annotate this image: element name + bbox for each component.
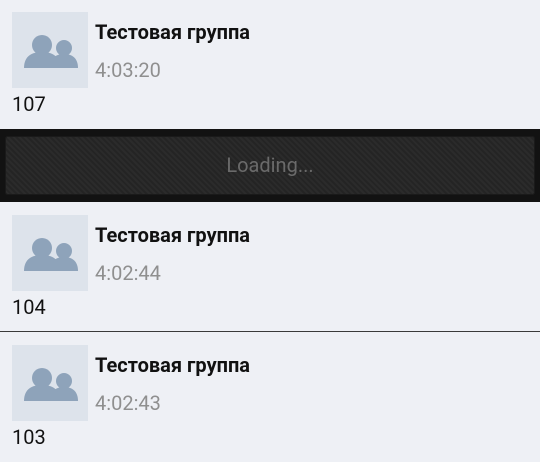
loading-text: Loading...	[226, 153, 314, 177]
post-text: 107	[12, 92, 46, 116]
group-name[interactable]: Тестовая группа	[95, 223, 250, 247]
loading-panel: Loading...	[5, 136, 535, 195]
group-name[interactable]: Тестовая группа	[95, 20, 250, 44]
post-text: 103	[12, 425, 46, 449]
group-avatar[interactable]	[12, 345, 88, 421]
feed-post[interactable]: Тестовая группа 4:03:20 107	[0, 0, 540, 129]
group-avatar[interactable]	[12, 215, 88, 291]
group-people-icon	[24, 35, 78, 68]
post-text: 104	[12, 295, 46, 319]
post-time: 4:02:44	[95, 261, 161, 285]
feed-post[interactable]: Тестовая группа 4:02:44 104	[0, 202, 540, 331]
group-avatar[interactable]	[12, 12, 88, 88]
group-name[interactable]: Тестовая группа	[95, 353, 250, 377]
loading-bar: Loading...	[0, 129, 540, 202]
group-people-icon	[24, 238, 78, 271]
post-time: 4:03:20	[95, 58, 161, 82]
news-feed: Тестовая группа 4:03:20 107 Loading... Т…	[0, 0, 540, 462]
group-people-icon	[24, 368, 78, 401]
feed-post[interactable]: Тестовая группа 4:02:43 103	[0, 332, 540, 462]
post-time: 4:02:43	[95, 391, 161, 415]
